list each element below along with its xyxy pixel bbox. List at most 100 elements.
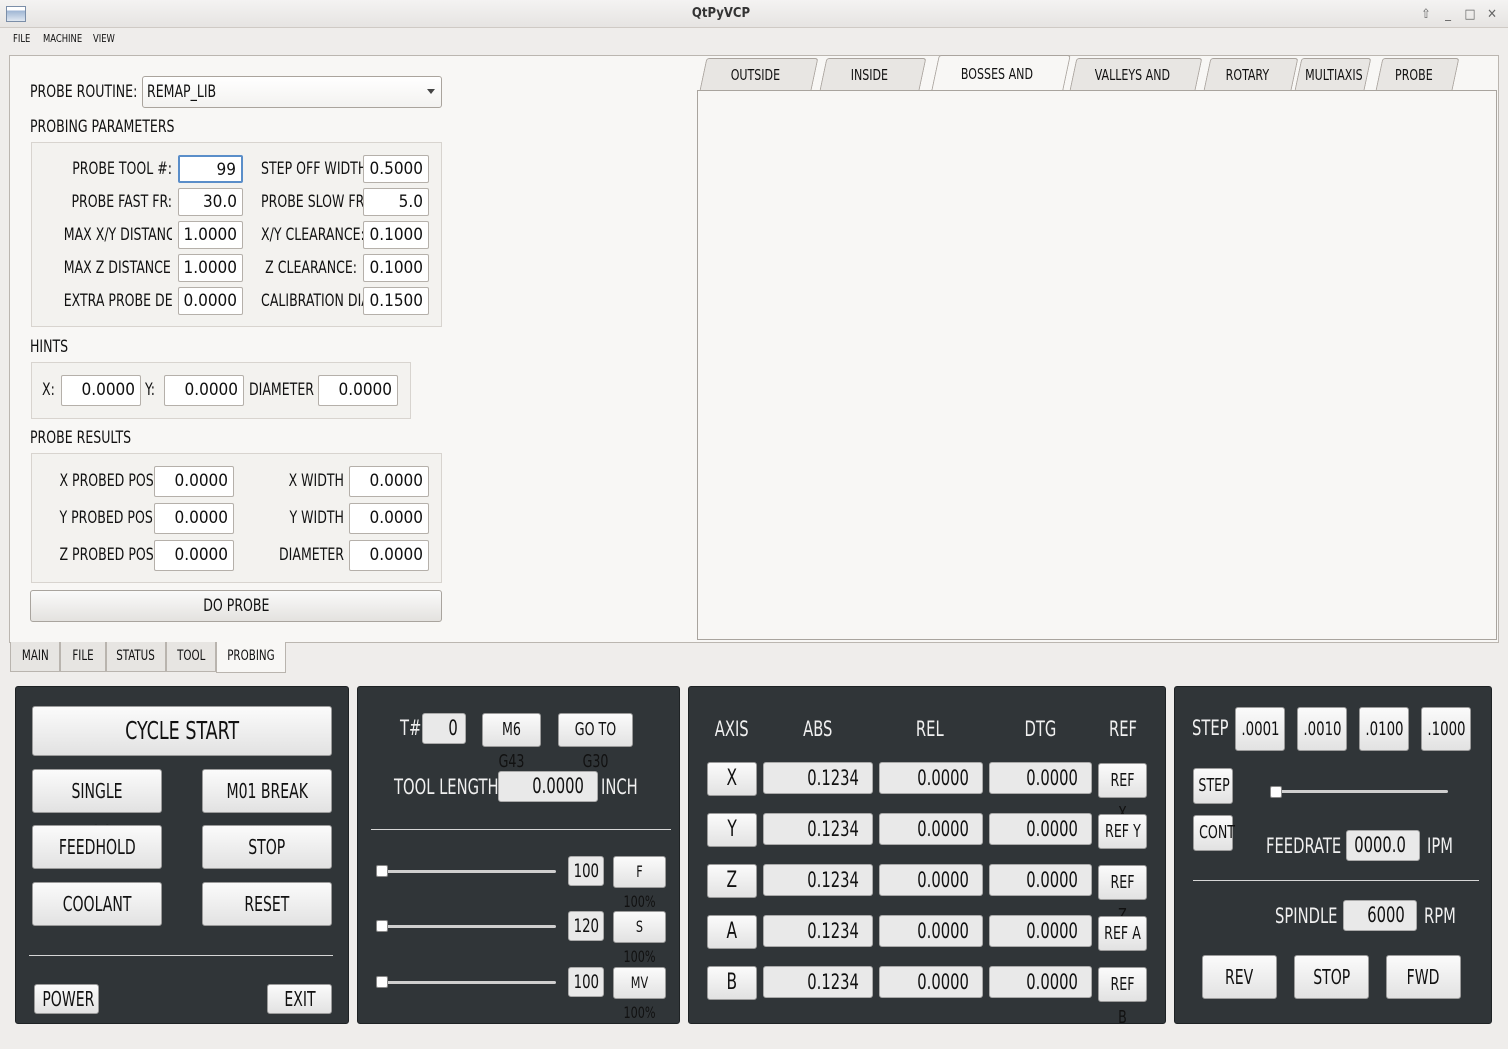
power-button[interactable]: POWER — [34, 984, 99, 1014]
tool-length-display: 0.0000 — [498, 771, 598, 802]
param-field[interactable]: 0.1000 — [363, 221, 429, 249]
step-size-button[interactable]: .0001 — [1235, 707, 1285, 751]
axis-y-button[interactable]: Y — [707, 813, 757, 847]
m6-g43-button[interactable]: M6 G43 — [482, 713, 541, 772]
control-divider — [29, 955, 333, 956]
param-field[interactable]: 0.0000 — [178, 287, 243, 315]
tab-valleys-and-ridges[interactable]: VALLEYS AND RIDGES — [1069, 58, 1203, 116]
param-label: PROBE TOOL #: — [72, 159, 172, 179]
param-field[interactable]: 5.0 — [363, 188, 429, 216]
param-field[interactable]: 0.1000 — [363, 254, 429, 282]
ref-z-button[interactable]: REF Z — [1098, 865, 1147, 926]
dro-header-dtg: DTG — [1024, 717, 1056, 741]
step-size-button[interactable]: .0100 — [1359, 707, 1409, 751]
override-slider-handle[interactable] — [376, 920, 388, 932]
result-field[interactable]: 0.0000 — [154, 540, 234, 571]
continuous-mode-button[interactable]: CONT — [1193, 815, 1235, 851]
hint-diameter-field[interactable]: 0.0000 — [318, 375, 398, 406]
coolant-button[interactable]: COOLANT — [32, 882, 162, 926]
close-icon[interactable]: ✕ — [1484, 7, 1500, 22]
stop-button[interactable]: STOP — [202, 825, 332, 869]
override-slider-handle[interactable] — [376, 976, 388, 988]
feedhold-button[interactable]: FEEDHOLD — [32, 825, 162, 869]
menu-file[interactable]: FILE — [13, 32, 30, 45]
tab-file[interactable]: FILE — [60, 642, 106, 672]
menu-view[interactable]: VIEW — [93, 32, 115, 45]
result-field[interactable]: 0.0000 — [349, 540, 429, 571]
spindle-stop-button[interactable]: STOP — [1294, 955, 1369, 999]
tab-inside-corners[interactable]: INSIDE CORNERS — [819, 58, 927, 116]
ref-x-button[interactable]: REF X — [1098, 763, 1147, 824]
menu-machine[interactable]: MACHINE — [43, 32, 82, 45]
do-probe-button[interactable]: DO PROBE — [30, 590, 442, 622]
override-value: 120 — [568, 911, 604, 941]
axis-a-button[interactable]: A — [707, 915, 757, 949]
param-field[interactable]: 99 — [178, 155, 243, 183]
override-slider-track[interactable] — [378, 870, 556, 873]
step-mode-button[interactable]: STEP — [1193, 768, 1233, 804]
dro-dtg-value: 0.0000 — [989, 813, 1092, 845]
tab-rotary-axis[interactable]: ROTARY AXIS — [1203, 58, 1299, 116]
param-field[interactable]: 1.0000 — [178, 254, 243, 282]
step-size-button[interactable]: .0010 — [1297, 707, 1347, 751]
ref-y-button[interactable]: REF Y — [1098, 814, 1147, 849]
tab-main[interactable]: MAIN — [10, 642, 60, 672]
jog-slider-track[interactable] — [1270, 790, 1448, 793]
jog-slider-handle[interactable] — [1270, 786, 1282, 798]
minimize-icon[interactable]: _ — [1440, 7, 1456, 22]
tool-number-display: 0 — [422, 713, 466, 744]
param-label: PROBE FAST FR: — [71, 192, 172, 212]
spindle-rev-button[interactable]: REV — [1202, 955, 1277, 999]
override-reset-button[interactable]: F 100% — [613, 856, 666, 911]
result-field[interactable]: 0.0000 — [349, 503, 429, 534]
ref-b-button[interactable]: REF B — [1098, 967, 1147, 1028]
axis-x-button[interactable]: X — [707, 762, 757, 796]
axis-b-button[interactable]: B — [707, 966, 757, 1000]
param-field[interactable]: 30.0 — [178, 188, 243, 216]
keep-above-icon[interactable]: ⇧ — [1418, 7, 1434, 22]
param-field[interactable]: 1.0000 — [178, 221, 243, 249]
reset-button[interactable]: RESET — [202, 882, 332, 926]
tab-multiaxis[interactable]: MULTIAXIS — [1294, 58, 1372, 90]
result-field[interactable]: 0.0000 — [154, 503, 234, 534]
maximize-icon[interactable]: □ — [1462, 7, 1478, 22]
feedrate-display: 0000.0 — [1346, 830, 1420, 861]
chevron-down-icon — [427, 89, 435, 94]
param-label: PROBE SLOW FR: — [261, 192, 369, 212]
do-probe-label: DO PROBE — [202, 596, 270, 616]
param-label: CALIBRATION DIA: — [261, 291, 374, 311]
tab-probing[interactable]: PROBING — [216, 642, 286, 673]
ref-a-button[interactable]: REF A — [1098, 916, 1147, 951]
m01-break-button[interactable]: M01 BREAK — [202, 769, 332, 813]
param-field[interactable]: 0.5000 — [363, 155, 429, 183]
param-field[interactable]: 0.1500 — [363, 287, 429, 315]
cycle-start-button[interactable]: CYCLE START — [32, 706, 332, 756]
hint-y-field[interactable]: 0.0000 — [164, 375, 244, 406]
axis-z-button[interactable]: Z — [707, 864, 757, 898]
hint-x-field[interactable]: 0.0000 — [61, 375, 141, 406]
exit-button[interactable]: EXIT — [267, 984, 332, 1014]
single-block-button[interactable]: SINGLE BLOCK — [32, 769, 162, 845]
tab-probe-help[interactable]: PROBE HELP — [1375, 58, 1460, 116]
probe-routine-select[interactable]: REMAP_LIB — [142, 76, 442, 108]
override-reset-button[interactable]: S 100% — [613, 911, 666, 966]
override-slider-handle[interactable] — [376, 865, 388, 877]
result-field[interactable]: 0.0000 — [349, 466, 429, 497]
param-label: MAX Z DISTANCE: — [63, 258, 172, 278]
result-field[interactable]: 0.0000 — [154, 466, 234, 497]
tab-tool[interactable]: TOOL — [166, 642, 216, 672]
step-size-button[interactable]: .1000 — [1421, 707, 1471, 751]
hints-title: HINTS — [30, 337, 69, 357]
probe-tab-content — [697, 90, 1497, 640]
tab-status[interactable]: STATUS — [106, 642, 166, 672]
override-slider-track[interactable] — [378, 925, 556, 928]
override-reset-button[interactable]: MV 100% — [613, 967, 666, 1022]
override-slider-track[interactable] — [378, 981, 556, 984]
tab-bosses-and-pockets[interactable]: BOSSES AND POCKETS — [931, 55, 1071, 119]
spindle-fwd-button[interactable]: FWD — [1386, 955, 1461, 999]
go-to-g30-button[interactable]: GO TO G30 — [558, 713, 633, 772]
tab-outside-corners[interactable]: OUTSIDE CORNERS — [699, 58, 819, 116]
probing-parameters-title: PROBING PARAMETERS — [30, 117, 175, 137]
param-label: X/Y CLEARANCE: — [261, 225, 365, 245]
dro-rel-value: 0.0000 — [879, 864, 983, 896]
